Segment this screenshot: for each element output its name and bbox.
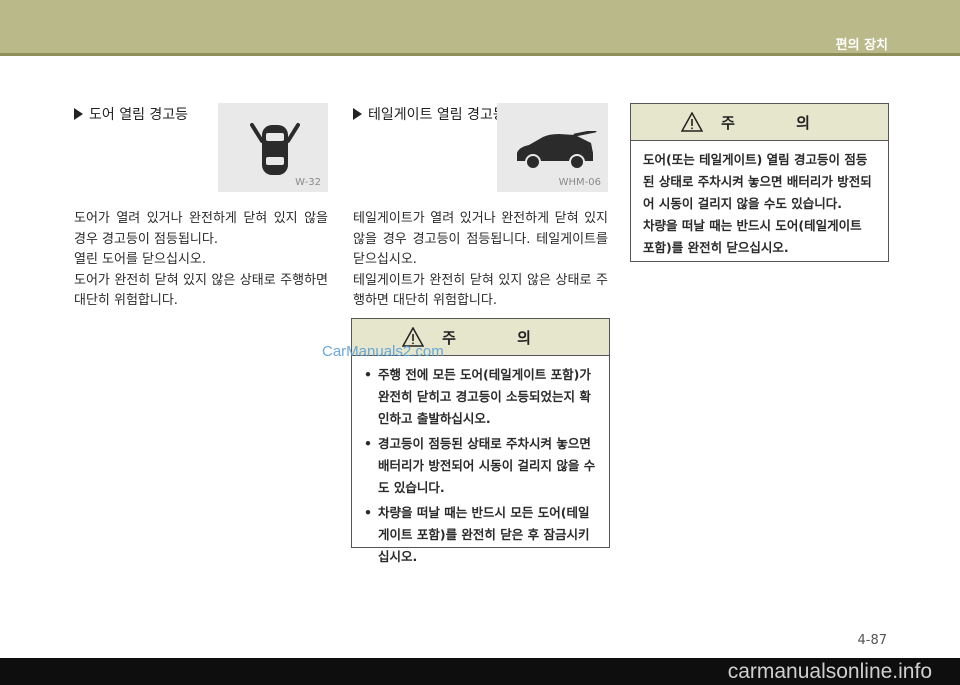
triangle-bullet-icon bbox=[353, 108, 362, 120]
caution-item: 차량을 떠날 때는 반드시 모든 도어(테일게이트 포함)를 완전히 닫은 후 … bbox=[364, 502, 597, 568]
door-warning-heading-text: 도어 열림 경고등 bbox=[89, 107, 189, 123]
door-paragraph: 열린 도어를 닫으십시오. bbox=[74, 252, 206, 267]
tailgate-warning-heading-text: 테일게이트 열림 경고등 bbox=[368, 107, 506, 123]
car-tailgate-open-icon bbox=[517, 131, 597, 170]
tailgate-paragraph: 테일게이트가 완전히 닫혀 있지 않은 상태로 주행하면 대단히 위험합니다. bbox=[353, 272, 608, 309]
door-paragraph: 도어가 완전히 닫혀 있지 않은 상태로 주행하면 대단히 위험합니다. bbox=[74, 272, 328, 309]
caution-paragraph: 차량을 떠날 때는 반드시 도어(테일게이트 포함)를 완전히 닫으십시오. bbox=[643, 218, 862, 255]
section-title: 편의 장치 bbox=[835, 38, 888, 53]
footer-site-link[interactable]: carmanualsonline.info bbox=[728, 658, 932, 685]
door-paragraph: 도어가 열려 있거나 완전하게 닫혀 있지 않을 경우 경고등이 점등됩니다. bbox=[74, 211, 328, 247]
door-warning-heading: 도어 열림 경고등 bbox=[74, 104, 188, 124]
header-band bbox=[0, 0, 960, 53]
tailgate-warning-heading: 테일게이트 열림 경고등 bbox=[353, 104, 506, 124]
caution-middle-body: 주행 전에 모든 도어(테일게이트 포함)가 완전히 닫히고 경고등이 소등되었… bbox=[352, 356, 609, 577]
door-icon-code: W-32 bbox=[295, 177, 321, 188]
caution-header: 주 의 bbox=[631, 104, 888, 141]
caution-item: 경고등이 점등된 상태로 주차시켜 놓으면 배터리가 방전되어 시동이 걸리지 … bbox=[364, 433, 597, 499]
watermark-link[interactable]: CarManuals2.com bbox=[322, 343, 444, 360]
caution-item: 주행 전에 모든 도어(테일게이트 포함)가 완전히 닫히고 경고등이 소등되었… bbox=[364, 364, 597, 430]
car-doors-open-icon bbox=[250, 123, 300, 175]
door-warning-description: 도어가 열려 있거나 완전하게 닫혀 있지 않을 경우 경고등이 점등됩니다. … bbox=[74, 209, 328, 312]
triangle-bullet-icon bbox=[74, 108, 83, 120]
tailgate-warning-description: 테일게이트가 열려 있거나 완전하게 닫혀 있지 않을 경우 경고등이 점등됩니… bbox=[353, 209, 608, 312]
tailgate-paragraph: 테일게이트가 열려 있거나 완전하게 닫혀 있지 않을 경우 경고등이 점등됩니… bbox=[353, 211, 608, 267]
tailgate-icon-code: WHM-06 bbox=[558, 177, 601, 188]
caution-paragraph: 도어(또는 테일게이트) 열림 경고등이 점등된 상태로 주차시켜 놓으면 배터… bbox=[643, 152, 872, 211]
caution-box-right: 주 의 도어(또는 테일게이트) 열림 경고등이 점등된 상태로 주차시켜 놓으… bbox=[630, 103, 889, 262]
caution-title: 주 의 bbox=[442, 328, 559, 347]
tailgate-warning-icon-panel: WHM-06 bbox=[497, 103, 608, 192]
caution-title: 주 의 bbox=[721, 113, 838, 132]
door-warning-icon-panel: W-32 bbox=[218, 103, 328, 192]
caution-right-body: 도어(또는 테일게이트) 열림 경고등이 점등된 상태로 주차시켜 놓으면 배터… bbox=[631, 141, 888, 265]
page-number: 4-87 bbox=[857, 633, 887, 648]
header-rule bbox=[0, 53, 960, 56]
warning-triangle-icon bbox=[681, 112, 704, 132]
